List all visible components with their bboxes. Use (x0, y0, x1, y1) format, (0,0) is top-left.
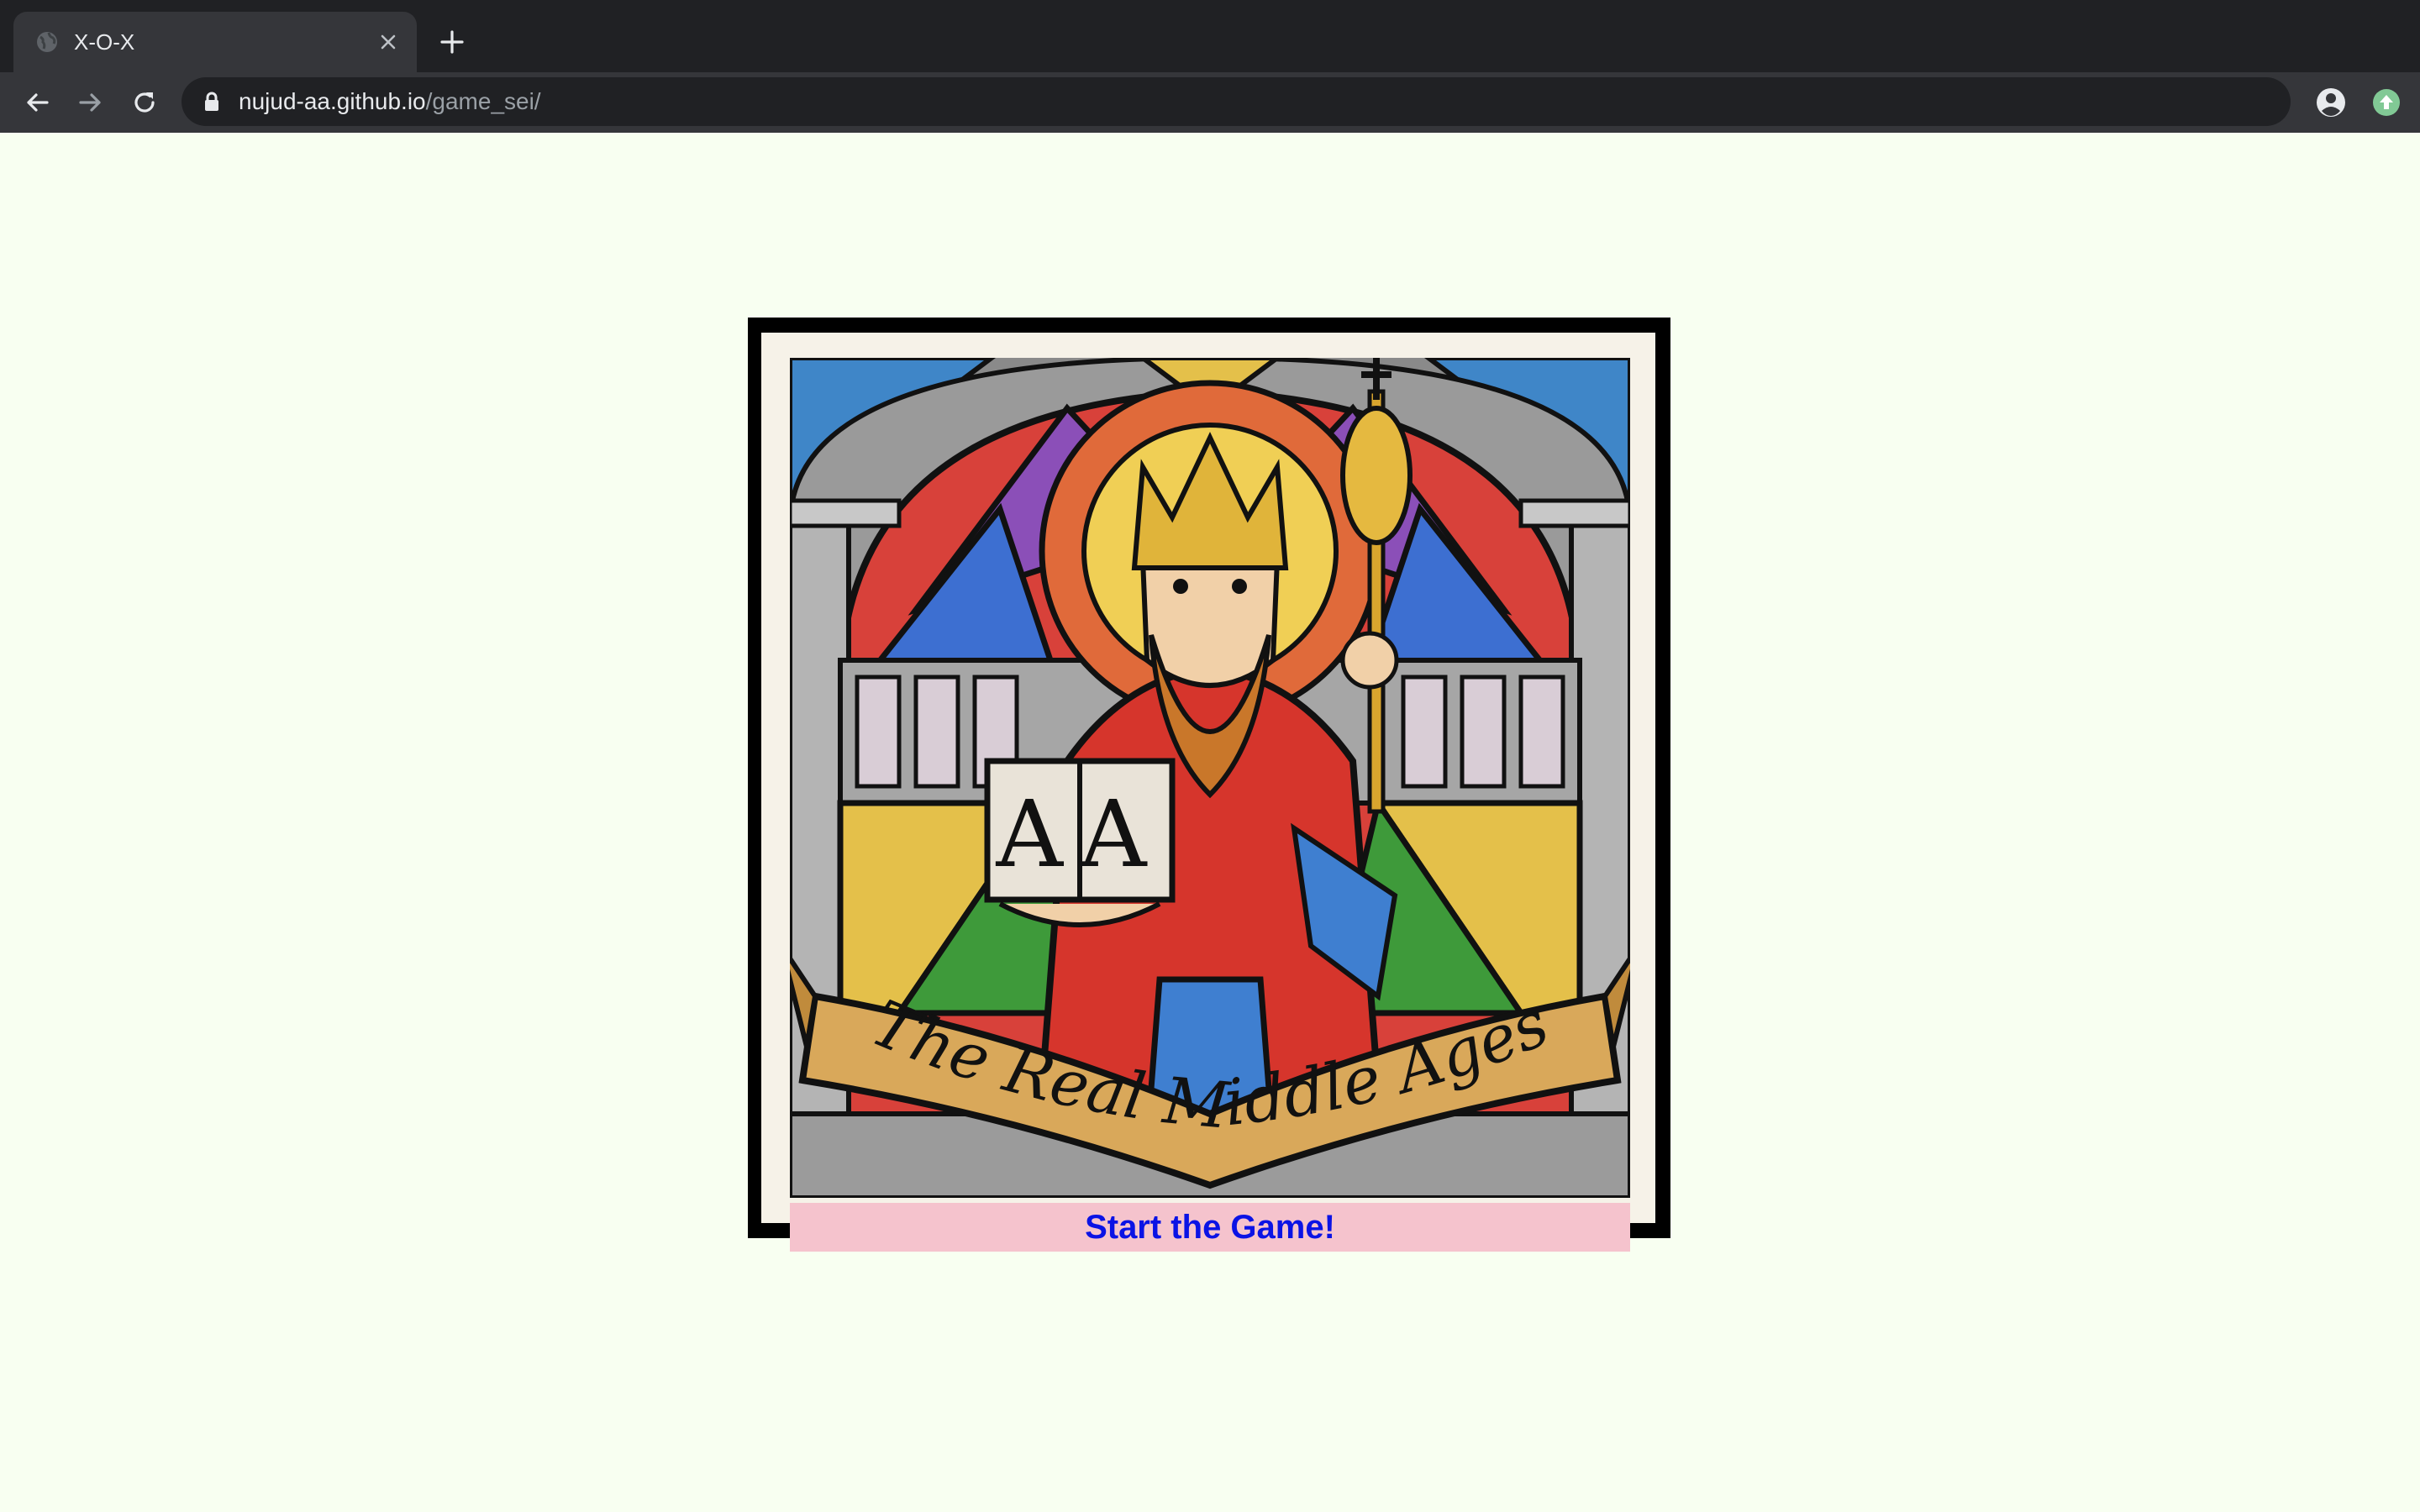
plus-icon[interactable] (434, 24, 471, 60)
back-arrow-icon[interactable] (18, 84, 55, 121)
tab-strip: X-O-X (0, 0, 2420, 72)
stained-glass-image: AA The Real Middle Ages (790, 358, 1630, 1198)
url-host: nujud-aa.github.io (239, 88, 426, 114)
reload-icon[interactable] (126, 84, 163, 121)
forward-arrow-icon[interactable] (72, 84, 109, 121)
start-game-button[interactable]: Start the Game! (790, 1203, 1630, 1252)
globe-icon (35, 30, 59, 54)
lock-icon[interactable] (200, 90, 224, 113)
tab-title: X-O-X (74, 29, 135, 55)
url-text: nujud-aa.github.io/game_sei/ (239, 88, 541, 115)
close-icon[interactable] (376, 30, 400, 54)
stained-glass-illustration: AA The Real Middle Ages (790, 358, 1630, 1198)
browser-tab[interactable]: X-O-X (13, 12, 417, 72)
url-path: /game_sei/ (425, 88, 541, 114)
account-circle-icon[interactable] (2312, 84, 2349, 121)
address-bar[interactable]: nujud-aa.github.io/game_sei/ (182, 77, 2291, 126)
book-lettering: AA (996, 780, 1164, 888)
update-arrow-icon[interactable] (2368, 84, 2405, 121)
